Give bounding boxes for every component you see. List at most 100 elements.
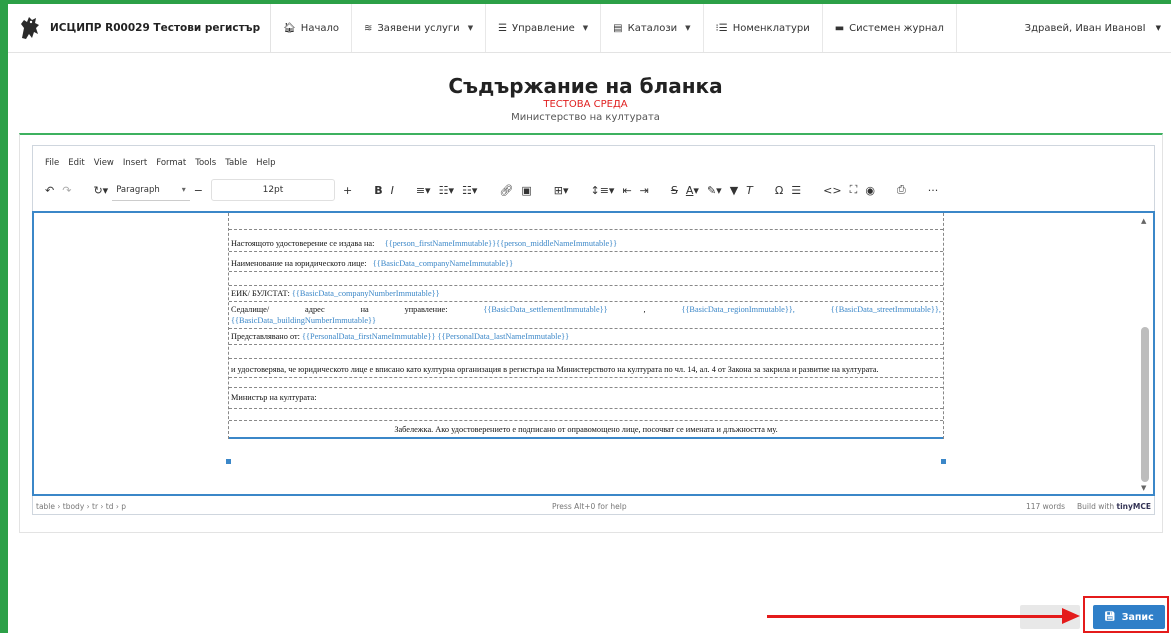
menu-tools[interactable]: Tools [195,158,216,168]
menu-help[interactable]: Help [256,158,275,168]
lion-crest-icon [18,14,42,42]
scroll-up-icon[interactable]: ▲ [1141,217,1146,225]
help-hint: Press Alt+0 for help [552,502,627,511]
placeholder-token: {{BasicData_companyNumberImmutable}} [291,289,440,298]
environment-label: ТЕСТОВА СРЕДА [543,99,628,110]
placeholder-token: {{BasicData_companyNameImmutable}} [372,259,514,268]
special-character-icon[interactable]: Ω [771,179,787,201]
placeholder-token: {{BasicData_regionImmutable}}, [681,305,795,314]
separator-text: , [643,305,646,314]
field-label: адрес [305,305,325,314]
highlight-color-icon[interactable]: ✎▾ [703,179,726,201]
print-icon[interactable]: ⎙ [893,179,910,201]
chevron-down-icon: ▾ [181,185,186,194]
text-color-icon[interactable]: A ▾ [682,179,703,201]
line-height-icon[interactable]: ↕≡▾ [586,179,618,201]
tinymce-branding[interactable]: Build with tinyMCE [1077,502,1151,511]
numbered-list-icon[interactable]: ☷▾ [458,179,481,201]
increase-font-size-icon[interactable]: + [339,179,356,201]
menu-view[interactable]: View [94,158,114,168]
indent-icon[interactable]: ⇥ [636,179,653,201]
element-path[interactable]: table › tbody › tr › td › p [36,502,126,511]
italic-icon[interactable]: I [387,179,398,201]
more-icon[interactable]: ··· [924,179,943,201]
table-row[interactable] [229,272,943,286]
nav-item-label: Заявени услуги [377,22,460,34]
nav-item-label: Управление [512,22,575,34]
menu-insert[interactable]: Insert [123,158,147,168]
checklist-icon[interactable]: ☰ [787,179,805,201]
nav-item-requested-services[interactable]: ≋ Заявени услуги ▼ [352,4,487,52]
table-row[interactable]: и удостоверява, че юридическото лице е в… [229,359,943,378]
editor-content-area[interactable]: Настоящото удостоверение се издава на: {… [32,211,1155,496]
menu-file[interactable]: File [45,158,59,168]
table-icon[interactable]: ⊞▾ [550,179,573,201]
fullscreen-icon[interactable]: ⛶ [846,179,862,201]
font-size-input[interactable]: 12pt [210,179,335,201]
stack-icon: ≋ [364,22,373,34]
brand[interactable]: ИСЦИПР R00029 Тестови регистър [8,4,272,52]
app-title: ИСЦИПР R00029 Тестови регистър [50,22,261,34]
placeholder-token: {{BasicData_buildingNumberImmutable}} [231,316,376,325]
table-row[interactable]: Министър на културата: [229,388,943,409]
nav-item-label: Начало [300,22,339,34]
scrollbar-thumb[interactable] [1141,327,1149,482]
build-with-text: Build with [1077,502,1115,511]
image-icon[interactable]: ▣ [517,179,535,201]
nav-item-management[interactable]: ☰ Управление ▼ [486,4,602,52]
word-count[interactable]: 117 words [1026,502,1065,511]
bold-icon[interactable]: B [370,179,386,201]
chevron-down-icon: ▼ [685,24,691,32]
table-row[interactable]: Седалище/ адрес на управление: {{BasicDa… [229,302,943,329]
table-row[interactable] [229,213,943,230]
nav-item-catalogs[interactable]: ▤ Каталози ▼ [601,4,704,52]
field-label: Представлявано от: [231,332,300,341]
table-row[interactable]: Наименование на юридическото лице: {{Bas… [229,252,943,272]
menu-table[interactable]: Table [225,158,247,168]
redo-icon[interactable]: ↷ [58,179,75,201]
undo-icon[interactable]: ↶ [41,179,58,201]
table-row[interactable]: Представлявано от: {{PersonalData_firstN… [229,329,943,345]
top-navbar: ИСЦИПР R00029 Тестови регистър 🏠︎ Начало… [8,4,1171,53]
reload-icon[interactable]: ↻▾ [89,179,112,201]
field-label: Наименование на юридическото лице: [231,259,367,268]
nav-item-nomenclatures[interactable]: ⁝☰ Номенклатури [704,4,823,52]
align-icon[interactable]: ≡▾ [412,179,435,201]
source-code-icon[interactable]: <> [819,179,845,201]
format-painter-icon[interactable]: ▼ [726,179,742,201]
journal-icon: ▬ [834,22,845,34]
table-row[interactable] [229,409,943,421]
menu-format[interactable]: Format [156,158,186,168]
resize-handle[interactable] [226,459,231,464]
table-row[interactable]: Забележка. Ако удостоверението е подписа… [229,421,943,439]
annotation-arrow-head [1062,608,1080,624]
field-label: управление: [404,305,448,314]
user-menu[interactable]: Здравей, Иван ИвановІ ▼ [1015,4,1171,52]
scroll-down-icon[interactable]: ▼ [1141,484,1146,492]
table-row[interactable]: Настоящото удостоверение се издава на: {… [229,230,943,252]
block-format-select[interactable]: Paragraph ▾ [112,179,190,201]
strikethrough-icon[interactable]: S [667,179,682,201]
outdent-icon[interactable]: ⇤ [618,179,635,201]
placeholder-token: {{BasicData_streetImmutable}}, [830,305,941,314]
nav-item-home[interactable]: 🏠︎ Начало [271,4,352,52]
vertical-scrollbar[interactable]: ▲ ▼ [1140,217,1149,492]
clear-formatting-icon[interactable]: T [742,179,757,201]
link-icon[interactable]: 🔗︎ [495,179,517,201]
table-row[interactable]: ЕИК/ БУЛСТАТ: {{BasicData_companyNumberI… [229,286,943,302]
catalog-icon: ▤ [613,22,623,34]
annotation-arrow-line [767,615,1067,618]
page-title: Съдържание на бланка [448,74,723,98]
bullet-list-icon[interactable]: ☷▾ [435,179,458,201]
decrease-font-size-icon[interactable]: − [190,179,207,201]
table-row[interactable] [229,378,943,388]
menu-edit[interactable]: Edit [68,158,84,168]
document-table[interactable]: Настоящото удостоверение се издава на: {… [228,213,944,439]
resize-handle[interactable] [941,459,946,464]
placeholder-token: {{person_firstNameImmutable}} [384,239,497,248]
table-row[interactable] [229,345,943,359]
preview-icon[interactable]: ◉ [861,179,879,201]
placeholder-token: {{BasicData_settlementImmutable}} [483,305,608,314]
nav-item-system-journal[interactable]: ▬ Системен журнал [823,4,957,52]
